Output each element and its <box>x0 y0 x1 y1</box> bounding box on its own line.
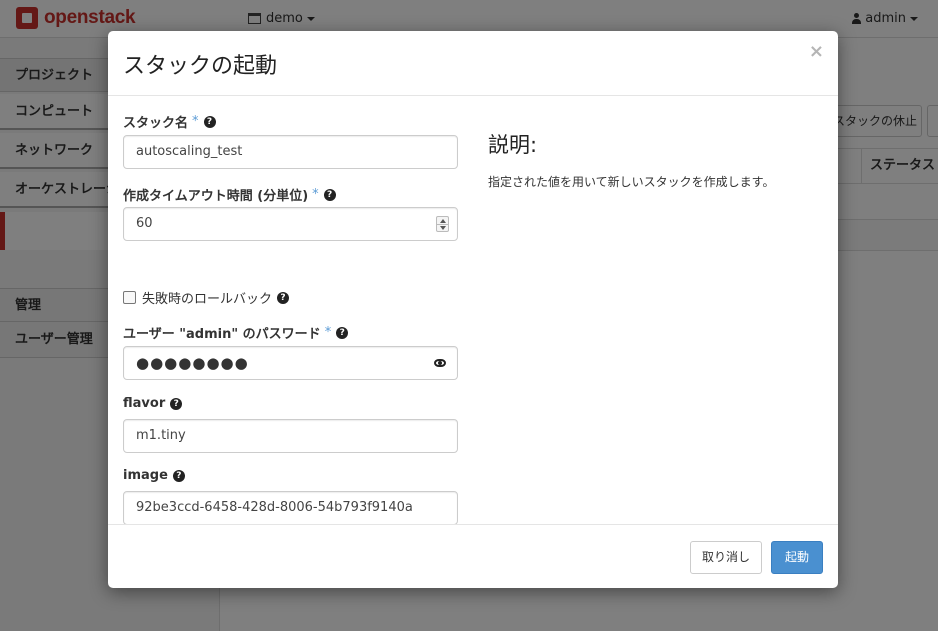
launch-stack-dialog: スタックの起動 × スタック名 * ? autoscaling_test 作成タ… <box>108 31 838 588</box>
flavor-label-text: flavor <box>123 396 166 411</box>
help-icon[interactable]: ? <box>170 397 183 410</box>
description-text: 指定された値を用いて新しいスタックを作成します。 <box>488 175 775 189</box>
timeout-value: 60 <box>136 216 153 231</box>
stack-name-label: スタック名 * ? <box>123 112 216 131</box>
password-value: ●●●●●●●● <box>136 354 249 372</box>
password-label-text: ユーザー "admin" のパスワード <box>123 327 321 342</box>
stepper-down-icon[interactable] <box>440 226 446 230</box>
timeout-label: 作成タイムアウト時間 (分単位) * ? <box>123 185 336 204</box>
stepper-up-icon[interactable] <box>440 219 446 223</box>
modal-footer: 取り消し 起動 <box>108 524 838 588</box>
stack-name-input[interactable]: autoscaling_test <box>123 135 458 169</box>
help-icon[interactable]: ? <box>172 469 185 482</box>
image-input[interactable]: 92be3ccd-6458-428d-8006-54b793f9140a <box>123 491 458 525</box>
required-marker: * <box>324 325 332 340</box>
image-label-text: image <box>123 468 168 483</box>
rollback-label[interactable]: 失敗時のロールバック <box>142 288 272 307</box>
modal-title: スタックの起動 <box>123 54 278 79</box>
help-icon[interactable]: ? <box>277 291 290 304</box>
timeout-input[interactable]: 60 <box>123 207 458 241</box>
modal-header: スタックの起動 × <box>108 31 838 96</box>
help-icon[interactable]: ? <box>336 326 349 339</box>
launch-button[interactable]: 起動 <box>771 541 823 574</box>
help-icon[interactable]: ? <box>203 115 216 128</box>
timeout-label-text: 作成タイムアウト時間 (分単位) <box>123 189 309 204</box>
password-label: ユーザー "admin" のパスワード * ? <box>123 323 349 342</box>
number-stepper[interactable] <box>436 216 449 232</box>
cancel-button[interactable]: 取り消し <box>690 541 762 574</box>
password-input[interactable]: ●●●●●●●● <box>123 346 458 380</box>
image-label: image ? <box>123 468 185 483</box>
stepper-divider <box>437 224 448 225</box>
flavor-label: flavor ? <box>123 396 183 411</box>
description-panel: 説明: 指定された値を用いて新しいスタックを作成します。 <box>488 129 818 190</box>
required-marker: * <box>192 114 199 129</box>
description-title: 説明: <box>488 133 538 157</box>
help-icon[interactable]: ? <box>323 188 336 201</box>
stack-name-label-text: スタック名 <box>123 116 189 131</box>
required-marker: * <box>312 187 319 202</box>
eye-icon[interactable] <box>434 359 446 367</box>
rollback-checkbox[interactable] <box>123 291 136 304</box>
flavor-input[interactable]: m1.tiny <box>123 419 458 453</box>
close-icon[interactable]: × <box>809 43 824 61</box>
rollback-checkbox-row: 失敗時のロールバック ? <box>123 288 290 307</box>
